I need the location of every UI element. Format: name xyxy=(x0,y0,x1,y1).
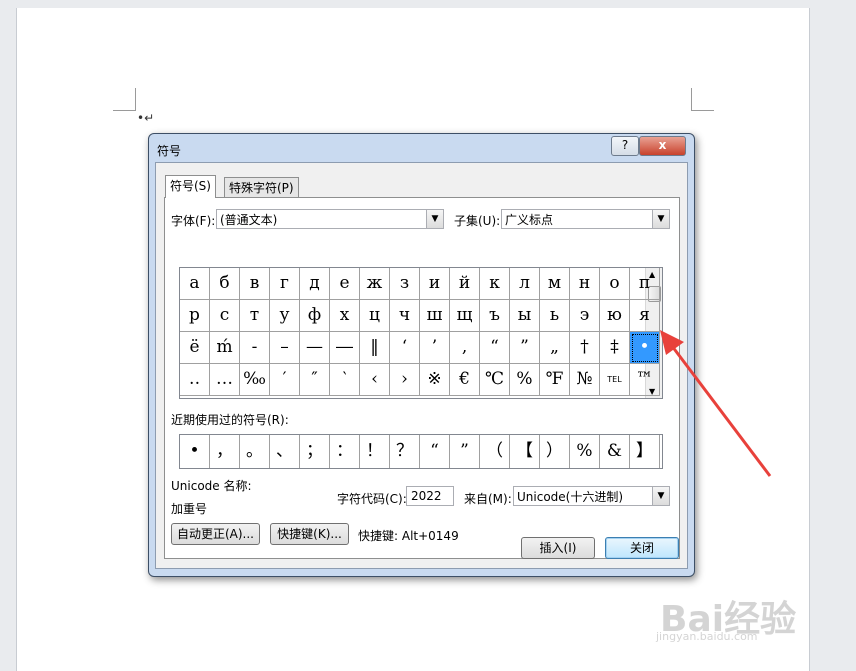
annotation-arrow xyxy=(660,330,772,477)
baidu-watermark: Bai经验 jingyan.baidu.com xyxy=(620,580,850,650)
arrow-shaft xyxy=(670,345,772,477)
tab-symbols[interactable]: 符号(S) xyxy=(165,175,216,198)
watermark-url: jingyan.baidu.com xyxy=(656,630,758,643)
arrow-head xyxy=(660,330,684,355)
